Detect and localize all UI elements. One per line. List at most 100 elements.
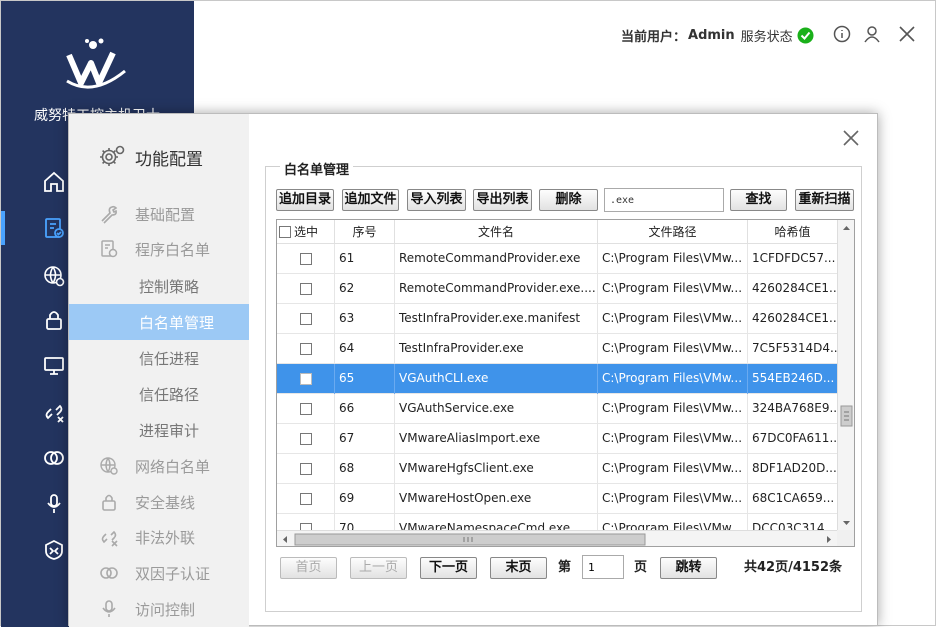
menu-label: 安全基线 <box>135 493 196 512</box>
info-icon[interactable] <box>831 23 853 45</box>
row-checkbox[interactable] <box>299 433 312 445</box>
row-checkbox[interactable] <box>299 283 312 295</box>
rings-icon <box>97 561 121 585</box>
menu-control-policy[interactable]: 控制策略 <box>69 268 249 304</box>
select-all-checkbox[interactable] <box>279 226 291 238</box>
table-row[interactable]: 65 VGAuthCLI.exe C:\Program Files\VMw... 55… <box>277 364 837 394</box>
menu-whitelist-manage[interactable]: 白名单管理 <box>69 304 249 340</box>
menu-illegal-outreach[interactable]: 非法外联 <box>69 519 249 555</box>
header-status: 当前用户： Admin 服务状态 <box>621 25 814 45</box>
user-icon[interactable] <box>861 23 883 45</box>
col-filename[interactable]: 文件名 <box>395 220 598 244</box>
globe-icon[interactable] <box>41 263 67 289</box>
row-hash: 4260284CE1... <box>752 281 837 295</box>
dialog-close-icon[interactable] <box>839 126 863 150</box>
rings-icon[interactable] <box>41 445 67 471</box>
row-select-cell <box>277 364 335 394</box>
user-name: Admin <box>688 27 735 43</box>
row-filepath: C:\Program Files\VMw... <box>598 484 748 514</box>
config-dialog: 功能配置 基础配置 程序白名单 控制策略 白名单管理 信任进程 信任路径 进程审… <box>68 113 878 627</box>
microphone-icon[interactable] <box>41 491 67 517</box>
jump-button[interactable]: 跳转 <box>660 557 717 579</box>
row-checkbox[interactable] <box>299 463 312 475</box>
horizontal-scrollbar[interactable] <box>277 530 837 546</box>
row-number: 61 <box>335 244 395 274</box>
rescan-button[interactable]: 重新扫描 <box>795 189 854 211</box>
col-hash[interactable]: 哈希值 <box>748 220 837 244</box>
menu-label: 访问控制 <box>135 600 196 619</box>
delete-button[interactable]: 删除 <box>539 189 598 211</box>
shield-icon[interactable] <box>41 537 67 563</box>
menu-network-whitelist[interactable]: 网络白名单 <box>69 448 249 484</box>
table-row[interactable]: 68 VMwareHgfsClient.exe C:\Program Files\V… <box>277 454 837 484</box>
add-file-button[interactable]: 追加文件 <box>342 189 399 211</box>
row-number: 62 <box>335 274 395 304</box>
table-row[interactable]: 62 RemoteCommandProvider.exe.... C:\Progra… <box>277 274 837 304</box>
menu-access-control[interactable]: 访问控制 <box>69 591 249 627</box>
next-page-button[interactable]: 下一页 <box>420 557 477 579</box>
menu-label: 非法外联 <box>135 528 196 547</box>
row-filepath: C:\Program Files\VMw... <box>598 304 748 334</box>
document-check-icon[interactable] <box>41 215 67 241</box>
row-select-cell <box>277 394 335 424</box>
filter-input[interactable] <box>604 188 724 212</box>
home-icon[interactable] <box>41 169 67 195</box>
nav-active-indicator <box>1 211 5 245</box>
monitor-icon[interactable] <box>41 353 67 379</box>
menu-process-audit[interactable]: 进程审计 <box>69 412 249 448</box>
close-icon[interactable] <box>896 23 918 45</box>
table-row[interactable]: 63 TestInfraProvider.exe.manifest C:\Progr… <box>277 304 837 334</box>
menu-trusted-process[interactable]: 信任进程 <box>69 340 249 376</box>
logo <box>63 35 129 95</box>
add-directory-button[interactable]: 追加目录 <box>276 189 334 211</box>
menu-security-baseline[interactable]: 安全基线 <box>69 484 249 520</box>
lock-icon <box>97 490 121 514</box>
link-broken-icon[interactable] <box>41 399 67 425</box>
table-row[interactable]: 64 TestInfraProvider.exe C:\Program Files\… <box>277 334 837 364</box>
globe-icon <box>97 454 121 478</box>
import-list-button[interactable]: 导入列表 <box>407 189 466 211</box>
row-checkbox[interactable] <box>299 253 312 265</box>
table-row[interactable]: 66 VGAuthService.exe C:\Program Files\VMw.… <box>277 394 837 424</box>
search-button[interactable]: 查找 <box>730 189 787 211</box>
row-filepath: C:\Program Files\VMw... <box>598 364 748 394</box>
vertical-scrollbar[interactable] <box>837 220 854 530</box>
menu-label: 进程审计 <box>139 421 200 440</box>
menu-label: 程序白名单 <box>135 240 211 259</box>
menu-label: 双因子认证 <box>135 564 211 583</box>
wrench-icon <box>97 202 121 226</box>
menu-basic-config[interactable]: 基础配置 <box>69 196 249 232</box>
row-checkbox[interactable] <box>299 373 312 385</box>
prev-page-button[interactable]: 上一页 <box>350 557 407 579</box>
menu-trusted-path[interactable]: 信任路径 <box>69 376 249 412</box>
row-select-cell <box>277 304 335 334</box>
last-page-button[interactable]: 末页 <box>490 557 547 579</box>
row-filename: TestInfraProvider.exe <box>395 334 598 364</box>
row-checkbox[interactable] <box>299 313 312 325</box>
menu-label: 基础配置 <box>135 205 196 224</box>
row-checkbox[interactable] <box>299 403 312 415</box>
row-filepath: C:\Program Files\VMw... <box>598 334 748 364</box>
table-row[interactable]: 67 VMwareAliasImport.exe C:\Program Files\… <box>277 424 837 454</box>
page-number-input[interactable] <box>582 555 624 579</box>
col-select[interactable]: 选中 <box>277 220 335 244</box>
menu-two-factor[interactable]: 双因子认证 <box>69 555 249 591</box>
row-checkbox[interactable] <box>299 493 312 505</box>
table-row[interactable]: 69 VMwareHostOpen.exe C:\Program Files\VMw… <box>277 484 837 514</box>
row-hash: 4260284CE1... <box>752 311 837 325</box>
row-hash: 67DC0FA611... <box>752 431 837 445</box>
link-broken-icon <box>97 525 121 549</box>
first-page-button[interactable]: 首页 <box>280 557 337 579</box>
row-hash: 8DF1AD20D... <box>752 461 837 475</box>
menu-program-whitelist[interactable]: 程序白名单 <box>69 231 249 267</box>
export-list-button[interactable]: 导出列表 <box>473 189 532 211</box>
menu-label: 网络白名单 <box>135 457 211 476</box>
table-row[interactable]: 61 RemoteCommandProvider.exe C:\Program Fi… <box>277 244 837 274</box>
col-filepath[interactable]: 文件路径 <box>598 220 748 244</box>
col-number[interactable]: 序号 <box>335 220 395 244</box>
row-checkbox[interactable] <box>299 343 312 355</box>
row-filename: VGAuthCLI.exe <box>395 364 598 394</box>
row-filepath: C:\Program Files\VMw... <box>598 454 748 484</box>
lock-icon[interactable] <box>41 307 67 333</box>
menu-label: 控制策略 <box>139 277 200 296</box>
